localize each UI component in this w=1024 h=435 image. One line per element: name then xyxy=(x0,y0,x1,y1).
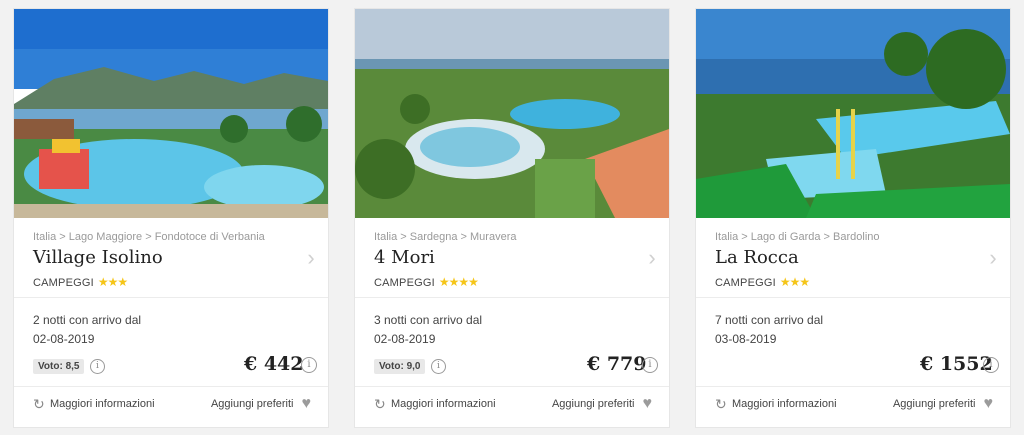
campsite-photo-image xyxy=(14,9,328,218)
category-label: CAMPEGGI ★★★ xyxy=(715,275,810,289)
divider xyxy=(355,297,669,298)
campsite-card[interactable]: Italia > Lago Maggiore > Fondotoce di Ve… xyxy=(13,8,329,428)
star-rating: ★★★★ xyxy=(438,275,479,289)
heart-icon: ♥ xyxy=(983,395,994,412)
add-favorite-button[interactable]: Aggiungi preferiti ♥ xyxy=(210,395,312,412)
card-title[interactable]: 4 Mori xyxy=(374,247,435,268)
nights-text: 7 notti con arrivo dal xyxy=(715,313,824,327)
price: € 1552 xyxy=(920,353,993,375)
chevron-right-icon[interactable]: › xyxy=(304,247,318,269)
campsite-photo[interactable] xyxy=(355,9,669,218)
favorite-label: Aggiungi preferiti xyxy=(892,398,976,410)
breadcrumb: Italia > Sardegna > Muravera xyxy=(374,231,517,243)
add-favorite-button[interactable]: Aggiungi preferiti ♥ xyxy=(892,395,994,412)
chevron-right-icon[interactable]: › xyxy=(645,247,659,269)
divider xyxy=(696,297,1010,298)
price: € 779 xyxy=(587,353,647,375)
campsite-photo-image xyxy=(355,9,669,218)
breadcrumb: Italia > Lago Maggiore > Fondotoce di Ve… xyxy=(33,231,265,243)
more-info-link[interactable]: ↻ Maggiori informazioni xyxy=(715,397,837,411)
more-info-link[interactable]: ↻ Maggiori informazioni xyxy=(33,397,155,411)
info-icon[interactable]: i xyxy=(301,357,317,373)
more-info-label: Maggiori informazioni xyxy=(732,398,837,410)
more-info-label: Maggiori informazioni xyxy=(50,398,155,410)
divider xyxy=(14,297,328,298)
price: € 442 xyxy=(244,353,304,375)
heart-icon: ♥ xyxy=(301,395,312,412)
arrival-date: 02-08-2019 xyxy=(374,332,436,346)
divider xyxy=(14,386,328,387)
campsite-card-list: Italia > Lago Maggiore > Fondotoce di Ve… xyxy=(0,0,1024,435)
refresh-icon: ↻ xyxy=(374,396,386,412)
breadcrumb: Italia > Lago di Garda > Bardolino xyxy=(715,231,880,243)
card-title[interactable]: Village Isolino xyxy=(33,247,163,268)
campsite-card[interactable]: Italia > Lago di Garda > Bardolino La Ro… xyxy=(695,8,1011,428)
category-text: CAMPEGGI xyxy=(33,277,94,289)
vote-badge: Voto: 8,5 xyxy=(33,359,85,374)
arrival-date: 03-08-2019 xyxy=(715,332,777,346)
arrival-date: 02-08-2019 xyxy=(33,332,95,346)
star-rating: ★★★ xyxy=(97,275,128,289)
refresh-icon: ↻ xyxy=(715,396,727,412)
info-icon[interactable]: i xyxy=(983,357,999,373)
info-icon[interactable]: i xyxy=(431,359,446,374)
favorite-label: Aggiungi preferiti xyxy=(210,398,294,410)
campsite-photo-image xyxy=(696,9,1010,218)
vote-badge: Voto: 9,0 xyxy=(374,359,426,374)
card-title[interactable]: La Rocca xyxy=(715,247,799,268)
category-label: CAMPEGGI ★★★ xyxy=(33,275,128,289)
chevron-right-icon[interactable]: › xyxy=(986,247,1000,269)
refresh-icon: ↻ xyxy=(33,396,45,412)
campsite-photo[interactable] xyxy=(696,9,1010,218)
more-info-label: Maggiori informazioni xyxy=(391,398,496,410)
category-text: CAMPEGGI xyxy=(715,277,776,289)
nights-text: 3 notti con arrivo dal xyxy=(374,313,483,327)
divider xyxy=(696,386,1010,387)
category-text: CAMPEGGI xyxy=(374,277,435,289)
info-icon[interactable]: i xyxy=(642,357,658,373)
more-info-link[interactable]: ↻ Maggiori informazioni xyxy=(374,397,496,411)
star-rating: ★★★ xyxy=(779,275,810,289)
favorite-label: Aggiungi preferiti xyxy=(551,398,635,410)
divider xyxy=(355,386,669,387)
add-favorite-button[interactable]: Aggiungi preferiti ♥ xyxy=(551,395,653,412)
campsite-photo[interactable] xyxy=(14,9,328,218)
campsite-card[interactable]: Italia > Sardegna > Muravera 4 Mori CAMP… xyxy=(354,8,670,428)
category-label: CAMPEGGI ★★★★ xyxy=(374,275,479,289)
info-icon[interactable]: i xyxy=(90,359,105,374)
nights-text: 2 notti con arrivo dal xyxy=(33,313,142,327)
heart-icon: ♥ xyxy=(642,395,653,412)
